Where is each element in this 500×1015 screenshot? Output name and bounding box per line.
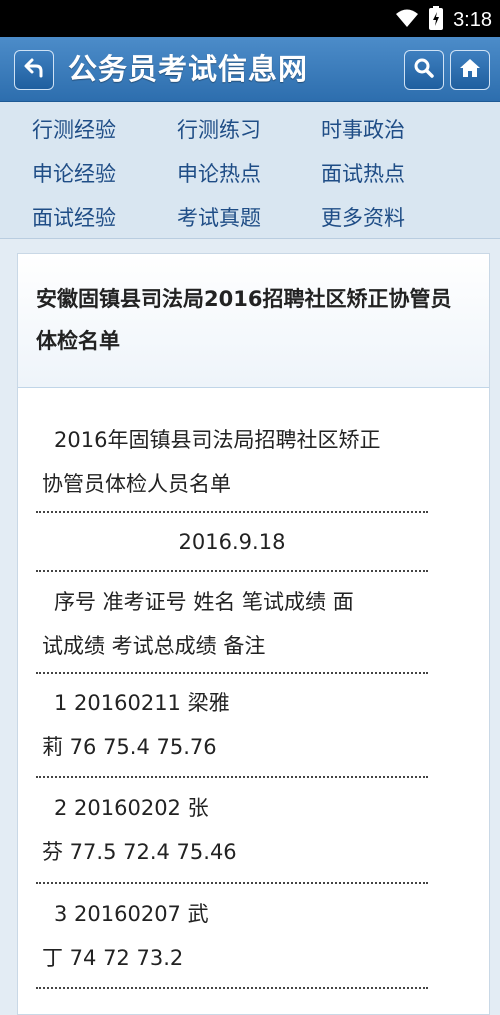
status-bar: 3:18	[0, 0, 500, 37]
article-title-line-2: 体检名单	[36, 329, 120, 353]
nav-link-xingce-jingyan[interactable]: 行测经验	[32, 114, 116, 144]
nav-link-shenlun-redian[interactable]: 申论热点	[177, 158, 261, 188]
back-button[interactable]	[14, 50, 54, 90]
intro-line-2: 协管员体检人员名单	[42, 472, 231, 496]
article-card: 安徽固镇县司法局2016招聘社区矫正协管员 体检名单 2016年固镇县司法局招聘…	[17, 253, 490, 1015]
category-nav: 行测经验 行测练习 时事政治 申论经验 申论热点 面试热点 面试经验 考试真题 …	[0, 102, 500, 239]
table-row: 1 20160211 梁雅 莉 76 75.4 75.76	[42, 681, 432, 769]
divider	[36, 776, 428, 778]
article-title: 安徽固镇县司法局2016招聘社区矫正协管员 体检名单	[36, 278, 476, 362]
nav-link-xingce-lianxi[interactable]: 行测练习	[177, 114, 261, 144]
status-time: 3:18	[453, 8, 492, 31]
divider	[36, 570, 428, 572]
nav-link-kaoshi-zhenti[interactable]: 考试真题	[177, 202, 261, 232]
row-line-2: 丁 74 72 73.2	[42, 946, 184, 970]
nav-link-gengduo-ziliao[interactable]: 更多资料	[321, 202, 405, 232]
table-row: 2 20160202 张 芬 77.5 72.4 75.46	[42, 786, 432, 874]
home-button[interactable]	[450, 50, 490, 90]
search-icon	[413, 57, 435, 83]
divider	[36, 882, 428, 884]
status-icons: 3:18	[395, 6, 492, 34]
home-icon	[458, 57, 482, 83]
intro-line-1: 2016年固镇县司法局招聘社区矫正	[54, 428, 381, 452]
row-line-2: 芬 77.5 72.4 75.46	[42, 840, 237, 864]
table-header-line-2: 试成绩 考试总成绩 备注	[42, 634, 266, 658]
article-intro: 2016年固镇县司法局招聘社区矫正 协管员体检人员名单	[42, 418, 432, 506]
wifi-icon	[395, 8, 419, 32]
row-line-2: 莉 76 75.4 75.76	[42, 735, 217, 759]
table-header: 序号 准考证号 姓名 笔试成绩 面 试成绩 考试总成绩 备注	[42, 580, 432, 668]
article-title-box: 安徽固镇县司法局2016招聘社区矫正协管员 体检名单	[18, 254, 489, 388]
row-line-1: 3 20160207 武	[54, 902, 209, 926]
divider	[36, 511, 428, 513]
divider	[36, 672, 428, 674]
table-row: 3 20160207 武 丁 74 72 73.2	[42, 892, 432, 980]
table-header-line-1: 序号 准考证号 姓名 笔试成绩 面	[54, 590, 354, 614]
article-title-line-1: 安徽固镇县司法局2016招聘社区矫正协管员	[36, 287, 452, 311]
app-header: 公务员考试信息网	[0, 37, 500, 102]
nav-link-shishi-zhengzhi[interactable]: 时事政治	[321, 114, 405, 144]
row-line-1: 2 20160202 张	[54, 796, 209, 820]
row-line-1: 1 20160211 梁雅	[54, 691, 230, 715]
nav-link-mianshi-redian[interactable]: 面试热点	[321, 158, 405, 188]
app-title: 公务员考试信息网	[68, 52, 309, 86]
back-arrow-icon	[23, 57, 45, 83]
article-date: 2016.9.18	[178, 530, 286, 554]
nav-link-mianshi-jingyan[interactable]: 面试经验	[32, 202, 116, 232]
battery-icon	[429, 6, 444, 34]
search-button[interactable]	[404, 50, 444, 90]
divider	[36, 987, 428, 989]
nav-link-shenlun-jingyan[interactable]: 申论经验	[32, 158, 116, 188]
